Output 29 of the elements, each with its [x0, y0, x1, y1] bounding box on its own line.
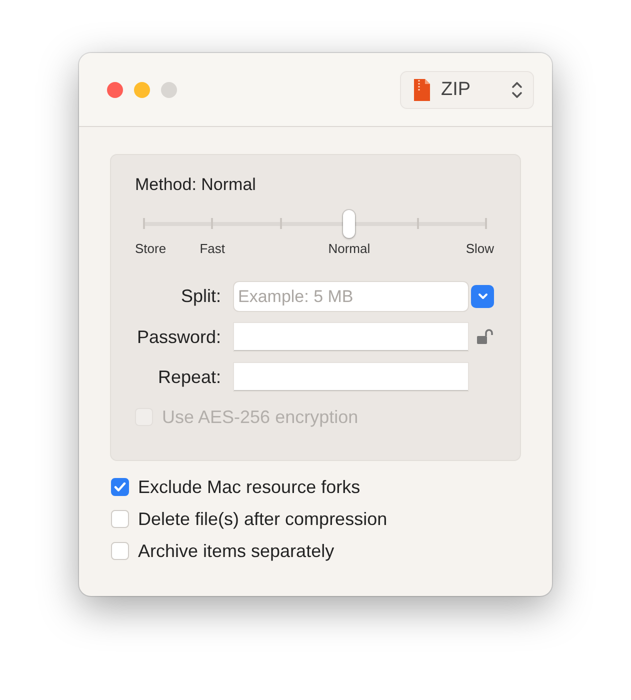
slider-label: Fast [200, 241, 226, 256]
slider-label: Normal [328, 241, 370, 256]
format-popup[interactable]: ZIP [400, 70, 534, 108]
compression-slider[interactable] [144, 209, 486, 239]
checkbox[interactable] [111, 478, 129, 496]
checkbox[interactable] [111, 542, 129, 560]
repeat-password-field[interactable] [234, 363, 468, 391]
slider-thumb[interactable] [343, 210, 356, 238]
minimize-button[interactable] [134, 82, 150, 98]
field-label: Password: [136, 326, 222, 348]
checkbox-label: Exclude Mac resource forks [138, 476, 360, 498]
split-field[interactable]: Example: 5 MB [234, 282, 468, 311]
slider-label: Store [135, 241, 166, 256]
checkbox[interactable] [111, 510, 129, 528]
checkbox-label: Delete file(s) after compression [138, 508, 388, 530]
chevron-down-icon [478, 293, 488, 300]
field-label: Repeat: [156, 366, 222, 388]
up-down-chevron-icon [511, 80, 523, 100]
archive-file-icon [413, 78, 431, 102]
slider-label: Slow [466, 241, 494, 256]
method-title: Method: Normal [135, 175, 257, 196]
dropdown-button[interactable] [471, 285, 494, 308]
checkbox-label: Use AES-256 encryption [162, 406, 358, 428]
field-label: Split: [180, 286, 222, 307]
checkbox-label: Archive items separately [138, 540, 334, 562]
zoom-button[interactable] [161, 82, 177, 98]
close-button[interactable] [107, 82, 123, 98]
unlocked-padlock-icon[interactable] [477, 329, 493, 345]
password-field[interactable] [234, 323, 468, 351]
